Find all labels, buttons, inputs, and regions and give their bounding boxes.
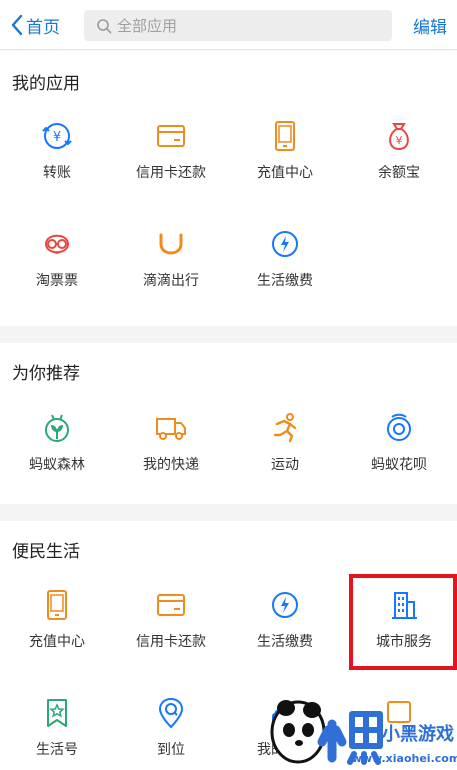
my-apps-section: 我的应用 ¥ 转账 信用卡还款 充值中心 ¥ 余额宝 淘票票 滴滴出行 生活缴费 [0,51,457,326]
app-label: 生活号 [36,741,78,757]
highlight-box [349,574,457,670]
app-item[interactable]: 信用卡还款 [114,119,228,182]
app-item[interactable]: 生活缴费 [228,227,342,290]
credit-card-icon [154,588,188,622]
watermark-logo: 小黑游戏 www.xiaohei.com [268,688,457,770]
app-item[interactable]: 淘票票 [0,227,114,290]
bookmark-star-icon [40,696,74,730]
app-label: 充值中心 [29,633,85,649]
section-title: 我的应用 [12,74,80,93]
edit-button[interactable]: 编辑 [413,13,447,38]
app-item[interactable]: 运动 [228,411,342,474]
delivery-truck-icon [154,411,188,445]
app-label: 信用卡还款 [136,633,206,649]
app-item[interactable]: 滴滴出行 [114,227,228,290]
app-label: 蚂蚁花呗 [371,456,427,472]
svg-text:¥: ¥ [396,134,403,147]
app-label: 淘票票 [36,272,78,288]
app-item[interactable]: 到位 [114,696,228,759]
app-label: 信用卡还款 [136,164,206,180]
running-icon [268,411,302,445]
back-label: 首页 [26,17,60,37]
chevron-left-icon [11,14,23,36]
app-item[interactable]: 充值中心 [0,588,114,651]
watermark-text: 小黑游戏 [382,723,454,745]
search-input[interactable]: 全部应用 [84,10,392,41]
app-item[interactable]: 我的快递 [114,411,228,474]
app-item[interactable]: ¥ 转账 [0,119,114,182]
app-item[interactable]: 蚂蚁森林 [0,411,114,474]
app-label: 运动 [271,456,299,472]
app-label: 我的快递 [143,456,199,472]
water-drop-icon [268,227,302,261]
app-item[interactable]: 生活缴费 [228,588,342,651]
app-label: 余额宝 [378,164,420,180]
svg-text:¥: ¥ [53,130,61,145]
phone-recharge-icon [268,119,302,153]
top-bar: 首页 全部应用 编辑 [0,0,457,50]
back-button[interactable]: 首页 [10,12,60,38]
watermark-url: www.xiaohei.com [352,752,457,765]
section-title: 便民生活 [12,542,80,561]
huabei-icon [382,411,416,445]
search-icon [97,18,112,33]
app-label: 生活缴费 [257,633,313,649]
app-label: 蚂蚁森林 [29,456,85,472]
section-title: 为你推荐 [12,364,80,383]
credit-card-icon [154,119,188,153]
water-drop-icon [268,588,302,622]
recommended-section: 为你推荐 蚂蚁森林 我的快递 运动 蚂蚁花呗 [0,343,457,504]
app-item[interactable]: 充值中心 [228,119,342,182]
search-placeholder: 全部应用 [117,18,178,35]
app-item[interactable]: 蚂蚁花呗 [342,411,456,474]
app-label: 生活缴费 [257,272,313,288]
didi-icon [154,227,188,261]
glasses-face-icon [40,227,74,261]
app-label: 充值中心 [257,164,313,180]
transfer-icon: ¥ [40,119,74,153]
app-label: 转账 [43,164,71,180]
forest-icon [40,411,74,445]
location-pin-icon [154,696,188,730]
app-label: 到位 [157,741,185,757]
phone-recharge-icon [40,588,74,622]
app-item[interactable]: 生活号 [0,696,114,759]
app-item[interactable]: ¥ 余额宝 [342,119,456,182]
app-label: 滴滴出行 [143,272,199,288]
app-item[interactable]: 信用卡还款 [114,588,228,651]
money-bag-icon: ¥ [382,119,416,153]
